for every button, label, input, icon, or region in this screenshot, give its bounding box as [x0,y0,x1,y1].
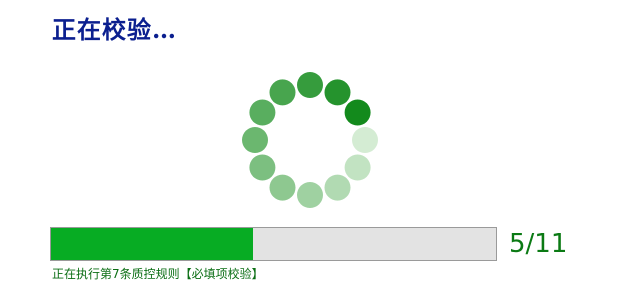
spinner-dot [344,99,371,126]
spinner-dot [324,174,351,201]
spinner-dot [324,79,351,106]
spinner-dot [242,127,268,153]
spinner-dot [344,154,371,181]
loading-spinner-icon [240,70,380,210]
spinner-dot [249,154,276,181]
current-rule-status: 正在执行第7条质控规则【必填项校验】 [52,267,264,281]
spinner-dot [297,72,323,98]
spinner-dot [352,127,378,153]
spinner-graphic [242,72,378,208]
validation-title: 正在校验… [52,15,177,44]
spinner-dot [297,182,323,208]
spinner-dot [269,174,296,201]
validation-progress-fill [51,228,254,260]
spinner-dot [249,99,276,126]
progress-count-label: 5/11 [509,229,568,259]
spinner-dot [269,79,296,106]
validation-progress-bar [50,227,497,261]
